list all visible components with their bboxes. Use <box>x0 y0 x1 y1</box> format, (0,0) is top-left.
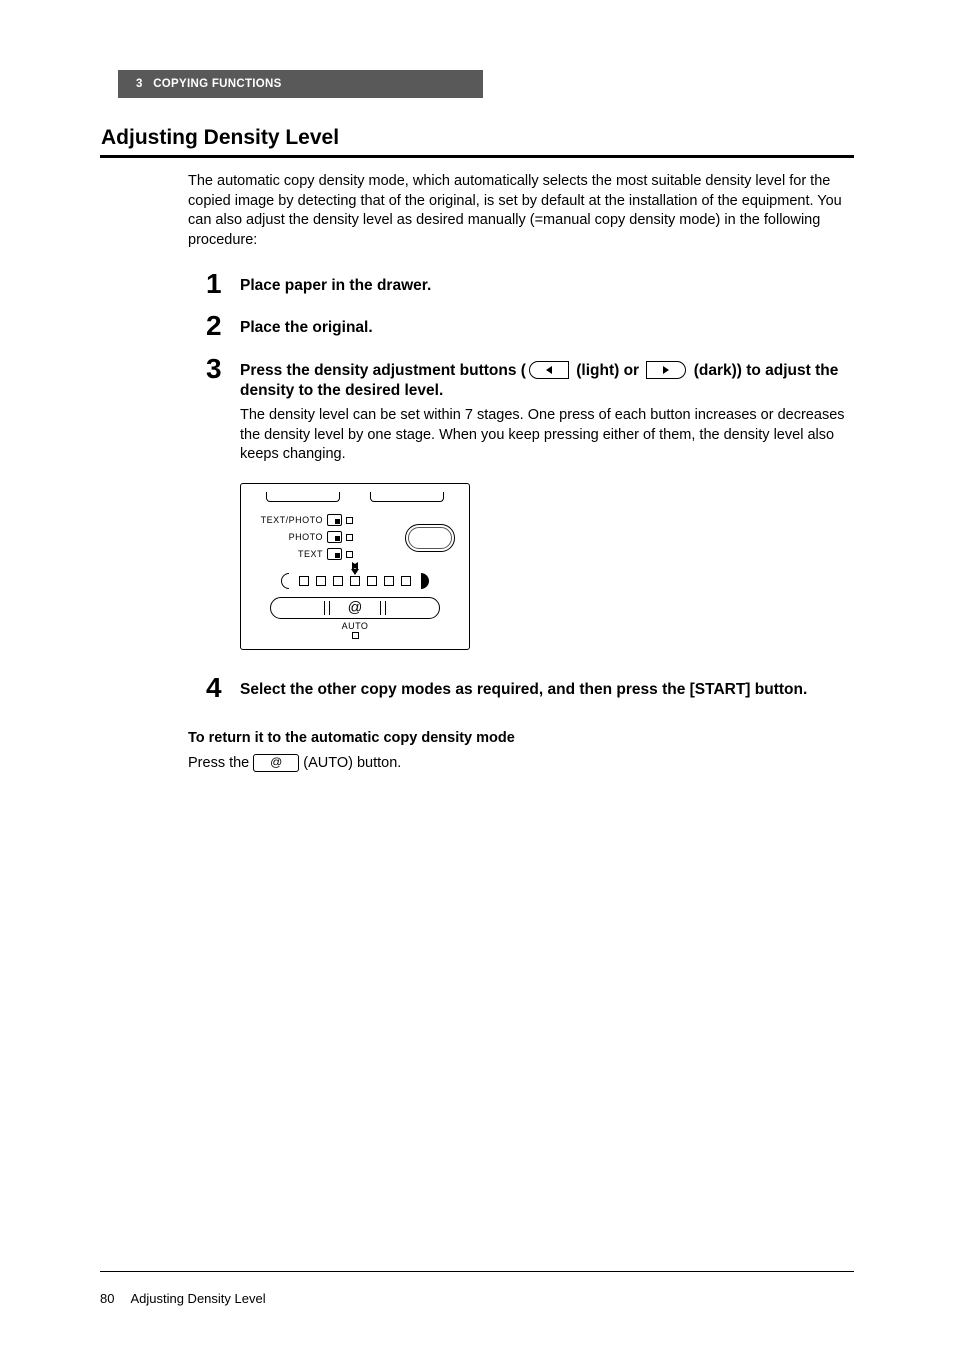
return-auto-pre: Press the <box>188 755 249 771</box>
step-3-pre: Press the density adjustment buttons ( <box>240 362 526 379</box>
step-3-description: The density level can be set within 7 st… <box>240 406 854 465</box>
step-1: 1 Place paper in the drawer. <box>206 276 854 296</box>
step-number: 4 <box>206 672 222 704</box>
step-3-mid1: (light) or <box>572 362 643 379</box>
return-auto-body: Press the @ (AUTO) button. <box>188 754 854 772</box>
step-number: 2 <box>206 310 222 342</box>
density-step-icon <box>316 576 326 586</box>
step-3: 3 Press the density adjustment buttons (… <box>206 361 854 650</box>
heading-rule <box>100 155 854 158</box>
step-4: 4 Select the other copy modes as require… <box>206 680 854 700</box>
intro-paragraph: The automatic copy density mode, which a… <box>188 172 854 250</box>
density-auto-button-icon: @ <box>329 601 380 615</box>
section-heading: Adjusting Density Level <box>100 126 854 150</box>
led-icon <box>346 517 353 524</box>
step-3-heading: Press the density adjustment buttons ( (… <box>240 361 854 401</box>
panel-frame: TEXT/PHOTO PHOTO TEXT <box>240 483 470 650</box>
density-step-icon <box>401 576 411 586</box>
photo-icon <box>327 531 342 543</box>
mode-label: PHOTO <box>257 532 323 542</box>
density-dark-button-icon <box>385 601 435 615</box>
control-panel-diagram: TEXT/PHOTO PHOTO TEXT <box>240 483 470 650</box>
density-step-icon <box>333 576 343 586</box>
led-icon <box>346 534 353 541</box>
text-photo-icon <box>327 514 342 526</box>
step-1-text: Place paper in the drawer. <box>240 276 854 296</box>
mode-select-button-icon <box>405 524 455 552</box>
dark-button-icon <box>643 361 689 381</box>
steps-list: 1 Place paper in the drawer. 2 Place the… <box>206 276 854 700</box>
density-step-icon <box>367 576 377 586</box>
footer-title: Adjusting Density Level <box>130 1291 265 1306</box>
density-control-buttons: @ <box>270 597 440 619</box>
density-scale-dark-cap-icon <box>421 573 429 589</box>
led-icon <box>346 551 353 558</box>
slot-icon <box>370 492 444 502</box>
text-icon <box>327 548 342 560</box>
chapter-title: COPYING FUNCTIONS <box>153 78 281 90</box>
auto-button-icon: @ <box>253 754 299 772</box>
panel-top-slots <box>253 492 457 502</box>
density-step-current-icon <box>350 576 360 586</box>
density-step-icon <box>384 576 394 586</box>
step-number: 1 <box>206 268 222 300</box>
density-scale-light-cap-icon <box>281 573 289 589</box>
density-scale <box>253 573 457 589</box>
chapter-number: 3 <box>136 78 143 90</box>
mode-group: TEXT/PHOTO PHOTO TEXT <box>257 512 457 563</box>
page-number: 80 <box>100 1291 114 1306</box>
footer-rule <box>100 1271 854 1272</box>
step-2: 2 Place the original. <box>206 318 854 338</box>
auto-label: AUTO <box>253 621 457 631</box>
slot-icon <box>266 492 340 502</box>
return-auto-post: (AUTO) button. <box>303 755 401 771</box>
page: 3 COPYING FUNCTIONS Adjusting Density Le… <box>0 0 954 1351</box>
return-auto-heading: To return it to the automatic copy densi… <box>188 730 854 746</box>
light-button-icon <box>526 361 572 381</box>
step-2-text: Place the original. <box>240 318 854 338</box>
chapter-header-bar: 3 COPYING FUNCTIONS <box>118 70 483 98</box>
step-number: 3 <box>206 353 222 385</box>
density-step-icon <box>299 576 309 586</box>
mode-label: TEXT <box>257 549 323 559</box>
auto-led-icon <box>352 632 359 639</box>
density-light-button-icon <box>275 601 325 615</box>
step-4-text: Select the other copy modes as required,… <box>240 680 854 700</box>
page-footer: 80 Adjusting Density Level <box>100 1291 266 1306</box>
mode-label: TEXT/PHOTO <box>257 515 323 525</box>
density-scale-steps <box>299 576 411 586</box>
